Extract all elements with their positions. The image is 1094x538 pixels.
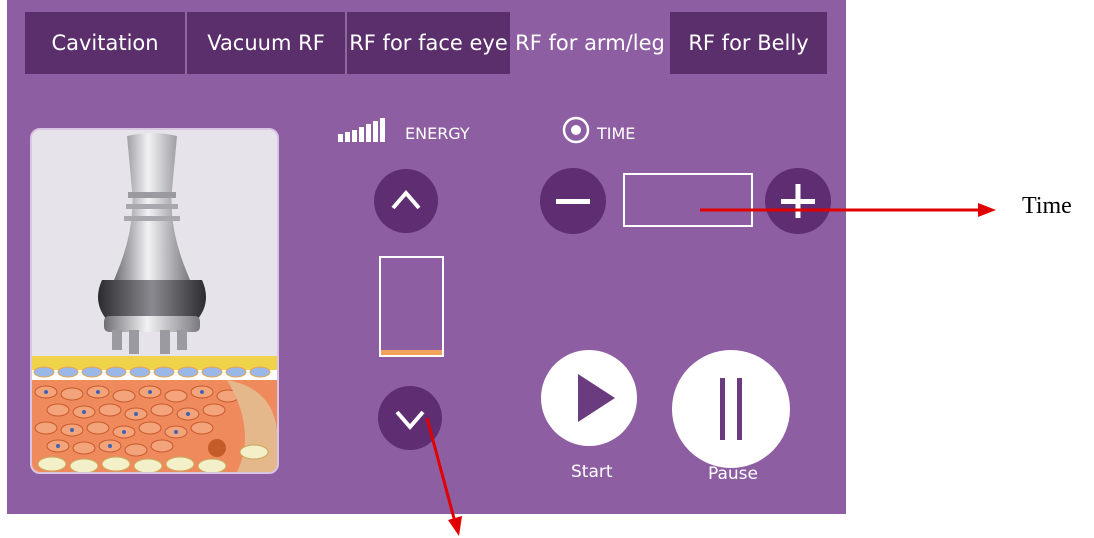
energy-arrowhead-icon bbox=[448, 516, 462, 536]
energy-annotation-arrow bbox=[425, 417, 457, 523]
time-arrowhead-icon bbox=[978, 203, 996, 217]
annotation-overlay bbox=[425, 203, 996, 536]
time-callout-label: Time bbox=[1022, 193, 1072, 219]
